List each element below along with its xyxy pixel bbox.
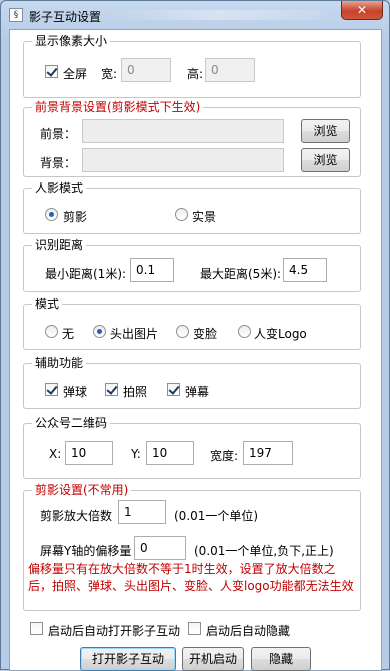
auto-open-checkbox[interactable] [30, 622, 43, 635]
silhouette-label: 剪影 [63, 210, 88, 224]
pixel-size-legend: 显示像素大小 [32, 33, 111, 49]
settings-window: § 影子互动设置 ✕ 显示像素大小 全屏 宽: 0 高: 0 前景背景设置(剪影… [0, 0, 390, 671]
qr-width-label: 宽度: [210, 449, 239, 463]
mode-legend: 模式 [32, 296, 63, 312]
background-path-field[interactable] [82, 148, 284, 172]
detection-distance-legend: 识别距离 [32, 237, 87, 253]
close-button[interactable]: ✕ [341, 1, 383, 20]
mode-none-label: 无 [62, 327, 75, 341]
pinball-checkbox[interactable] [45, 383, 58, 396]
mode-group: 模式 无 头出图片 变脸 人变Logo [23, 296, 361, 350]
qr-y-field[interactable]: 10 [146, 441, 194, 465]
fullscreen-checkbox[interactable] [45, 65, 58, 78]
silhouette-settings-legend: 剪影设置(不常用) [32, 482, 132, 498]
mode-none-radio[interactable] [45, 325, 58, 338]
mode-face-swap-radio[interactable] [176, 325, 189, 338]
qr-y-label: Y: [131, 447, 141, 461]
height-field[interactable]: 0 [205, 58, 255, 82]
boot-startup-button[interactable]: 开机启动 [182, 647, 244, 671]
qr-code-group: 公众号二维码 X: 10 Y: 10 宽度: 197 [23, 415, 361, 479]
silhouette-warning-text: 偏移量只有在放大倍数不等于1时生效，设置了放大倍数之后，拍照、弹球、头出图片、变… [28, 562, 354, 593]
danmaku-label: 弹幕 [185, 385, 210, 399]
fullscreen-label: 全屏 [63, 67, 88, 81]
mode-logo-label: 人变Logo [254, 327, 307, 341]
aux-function-legend: 辅助功能 [32, 355, 87, 371]
real-scene-label: 实景 [192, 210, 217, 224]
foreground-background-legend: 前景背景设置(剪影模式下生效) [32, 99, 204, 115]
mode-face-swap-label: 变脸 [193, 327, 218, 341]
aux-function-group: 辅助功能 弹球 拍照 弹幕 [23, 355, 361, 409]
auto-hide-checkbox[interactable] [188, 622, 201, 635]
hide-button[interactable]: 隐藏 [251, 647, 311, 671]
qr-code-legend: 公众号二维码 [32, 415, 111, 431]
photo-checkbox[interactable] [105, 383, 118, 396]
shadow-mode-group: 人影模式 剪影 实景 [23, 180, 361, 234]
height-label: 高: [187, 67, 204, 81]
mode-head-image-label: 头出图片 [110, 327, 159, 341]
real-scene-radio[interactable] [175, 208, 188, 221]
title-bar[interactable]: § 影子互动设置 ✕ [1, 1, 389, 29]
max-distance-label: 最大距离(5米): [200, 267, 282, 281]
qr-x-label: X: [49, 447, 62, 461]
shadow-mode-legend: 人影模式 [32, 180, 87, 196]
silhouette-radio[interactable] [45, 208, 58, 221]
y-offset-label: 屏幕Y轴的偏移量 [40, 544, 132, 558]
max-distance-field[interactable]: 4.5 [283, 258, 327, 282]
width-field[interactable]: 0 [121, 58, 171, 82]
app-icon: § [9, 8, 23, 22]
background-browse-button[interactable]: 浏览 [301, 148, 350, 172]
foreground-browse-button[interactable]: 浏览 [301, 119, 350, 143]
zoom-factor-label: 剪影放大倍数 [40, 509, 113, 523]
y-offset-hint: (0.01一个单位,负下,正上) [194, 544, 334, 558]
zoom-factor-hint: (0.01一个单位) [174, 509, 259, 523]
foreground-background-group: 前景背景设置(剪影模式下生效) 前景： 浏览 背景： 浏览 [23, 99, 361, 177]
qr-width-field[interactable]: 197 [243, 441, 293, 465]
title-bar-background-blur [111, 10, 321, 20]
silhouette-settings-group: 剪影设置(不常用) 剪影放大倍数 1 (0.01一个单位) 屏幕Y轴的偏移量 0… [23, 482, 361, 611]
danmaku-checkbox[interactable] [167, 383, 180, 396]
pixel-size-group: 显示像素大小 全屏 宽: 0 高: 0 [23, 33, 361, 98]
width-label: 宽: [101, 67, 118, 81]
mode-logo-radio[interactable] [238, 325, 251, 338]
auto-hide-label: 启动后自动隐藏 [206, 624, 291, 638]
min-distance-field[interactable]: 0.1 [130, 258, 174, 282]
background-label: 背景： [40, 156, 77, 170]
mode-head-image-radio[interactable] [93, 325, 106, 338]
auto-open-label: 启动后自动打开影子互动 [48, 624, 181, 638]
y-offset-field[interactable]: 0 [134, 536, 186, 560]
window-title: 影子互动设置 [29, 10, 102, 24]
min-distance-label: 最小距离(1米): [45, 267, 127, 281]
qr-x-field[interactable]: 10 [65, 441, 113, 465]
foreground-label: 前景： [40, 127, 77, 141]
foreground-path-field[interactable] [82, 119, 284, 143]
pinball-label: 弹球 [63, 385, 88, 399]
open-shadow-interaction-button[interactable]: 打开影子互动 [80, 647, 176, 671]
zoom-factor-field[interactable]: 1 [118, 500, 166, 524]
photo-label: 拍照 [123, 385, 148, 399]
detection-distance-group: 识别距离 最小距离(1米): 0.1 最大距离(5米): 4.5 [23, 237, 361, 292]
